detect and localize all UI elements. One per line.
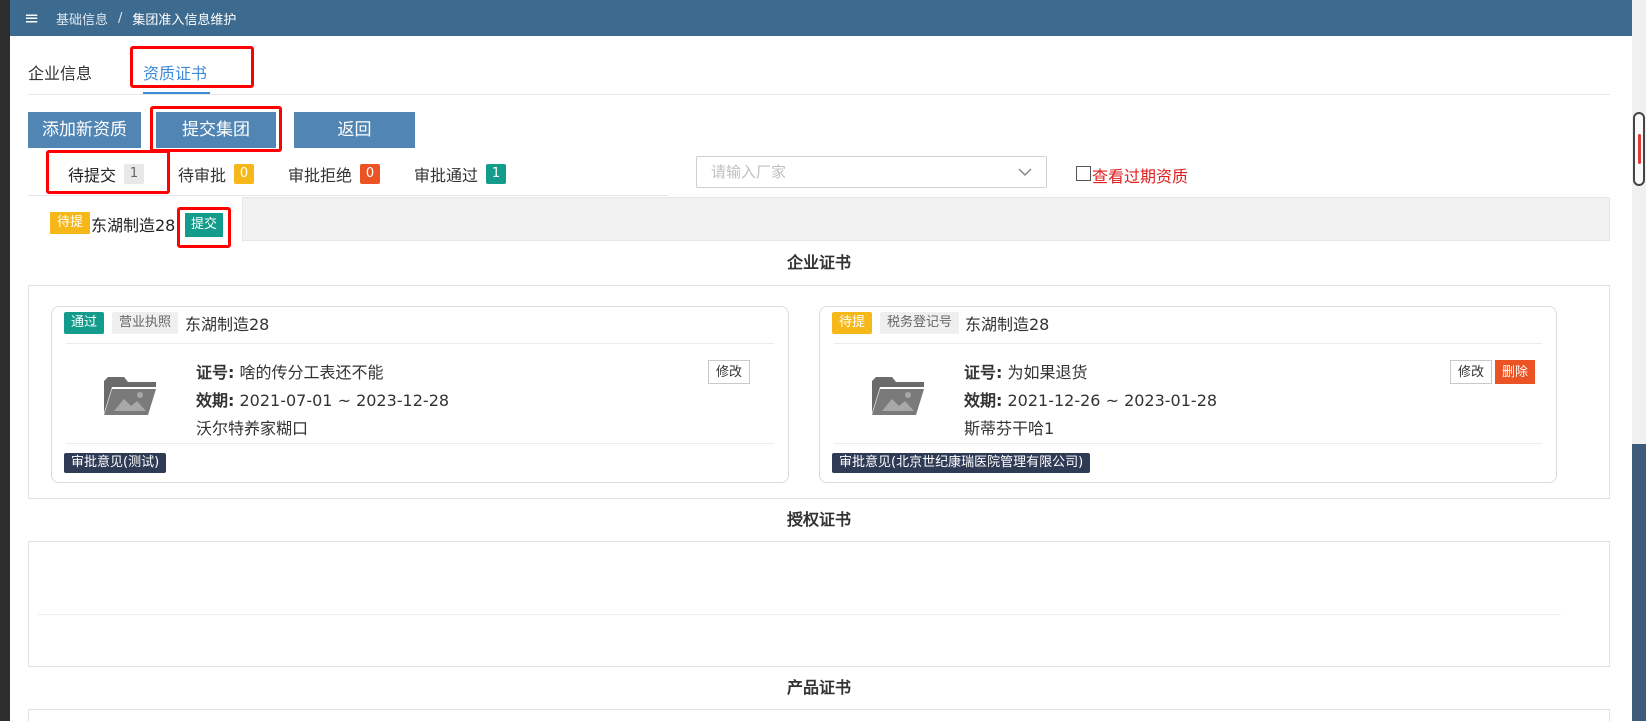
section-divider: [38, 614, 1561, 615]
section-product-cert: 产品证书: [28, 666, 1610, 710]
expired-checkbox-label[interactable]: 查看过期资质: [1092, 163, 1188, 187]
cert-number-label: 证号:: [964, 363, 1003, 382]
cert-validity-label: 效期:: [964, 391, 1003, 410]
count-badge: 1: [124, 164, 145, 184]
supplier-tab-bar: [28, 197, 1610, 241]
card-divider: [66, 443, 774, 444]
status-tab-label: 待提交: [68, 166, 117, 185]
cert-note: 沃尔特养家糊口: [196, 419, 309, 438]
status-badge: 通过: [64, 312, 105, 334]
expired-checkbox[interactable]: [1076, 166, 1091, 181]
approval-opinion-badge: 审批意见(测试): [64, 453, 167, 473]
section-authorization-cert: 授权证书: [28, 498, 1610, 542]
hamburger-icon[interactable]: ≡: [24, 8, 44, 29]
count-badge: 0: [360, 164, 381, 184]
cert-validity-row: 效期: 2021-07-01 ~ 2023-12-28: [196, 387, 449, 411]
edit-button[interactable]: 修改: [708, 360, 751, 384]
delete-button[interactable]: 删除: [1495, 360, 1536, 384]
back-button[interactable]: 返回: [294, 112, 415, 148]
cert-validity-row: 效期: 2021-12-26 ~ 2023-01-28: [964, 387, 1217, 411]
status-tab-rejected[interactable]: 审批拒绝 0: [288, 162, 381, 186]
cert-card: 通过 营业执照 东湖制造28 证号: 啥的传分工表还不能 效期: 2021-07…: [51, 306, 789, 483]
status-tab-divider: [28, 195, 668, 196]
status-tab-pending-submit[interactable]: 待提交 1: [68, 162, 145, 186]
folder-image-icon: [872, 377, 924, 415]
supplier-status-badge: 待提: [50, 212, 91, 234]
cert-company: 东湖制造28: [185, 315, 270, 334]
cert-number: 为如果退货: [1007, 363, 1088, 382]
breadcrumb-separator: /: [118, 10, 123, 26]
breadcrumb-level2: 集团准入信息维护: [132, 12, 237, 28]
tab-company-info[interactable]: 企业信息: [28, 60, 92, 84]
card-divider: [834, 443, 1542, 444]
cert-number-label: 证号:: [196, 363, 235, 382]
cert-number-row: 证号: 为如果退货: [964, 359, 1088, 383]
folder-image-icon: [104, 377, 156, 415]
chevron-down-icon[interactable]: [1017, 164, 1033, 180]
supplier-submit-button[interactable]: 提交: [185, 213, 224, 237]
edit-button[interactable]: 修改: [1450, 360, 1493, 384]
manufacturer-search-input[interactable]: [696, 156, 1047, 188]
section-enterprise-cert: 企业证书: [28, 242, 1610, 286]
cert-number: 啥的传分工表还不能: [239, 363, 384, 382]
cert-type-badge: 税务登记号: [880, 312, 960, 334]
tab-divider: [28, 94, 1610, 95]
approval-opinion-badge: 审批意见(北京世纪康瑞医院管理有限公司): [832, 453, 1091, 473]
card-divider: [834, 343, 1542, 344]
card-divider: [66, 343, 774, 344]
breadcrumb-bar: ≡ 基础信息 / 集团准入信息维护: [10, 0, 1632, 36]
status-tab-label: 审批拒绝: [288, 166, 353, 185]
tab-qualification-cert[interactable]: 资质证书: [143, 60, 207, 84]
status-tab-pending-approval[interactable]: 待审批 0: [178, 162, 255, 186]
breadcrumb-level1[interactable]: 基础信息: [56, 9, 108, 28]
cert-validity: 2021-07-01 ~ 2023-12-28: [239, 391, 450, 410]
cert-company: 东湖制造28: [965, 315, 1050, 334]
count-badge: 1: [486, 164, 507, 184]
count-badge: 0: [234, 164, 255, 184]
status-badge: 待提: [832, 312, 873, 334]
submit-group-button[interactable]: 提交集团: [156, 112, 276, 148]
main-frame: ≡ 基础信息 / 集团准入信息维护 企业信息 资质证书 添加新资质 提交集团 返…: [10, 0, 1632, 721]
cert-type-badge: 营业执照: [112, 312, 179, 334]
cert-number-row: 证号: 啥的传分工表还不能: [196, 359, 384, 383]
scrollbar-thumb[interactable]: [1633, 112, 1645, 186]
status-tab-label: 待审批: [178, 166, 227, 185]
add-qualification-button[interactable]: 添加新资质: [28, 112, 141, 148]
cert-validity-label: 效期:: [196, 391, 235, 410]
status-tab-label: 审批通过: [414, 166, 479, 185]
status-tab-approved[interactable]: 审批通过 1: [414, 162, 507, 186]
cert-note: 斯蒂芬干哈1: [964, 419, 1055, 438]
supplier-name[interactable]: 东湖制造28: [91, 212, 175, 236]
cert-validity: 2021-12-26 ~ 2023-01-28: [1007, 391, 1218, 410]
cert-card: 待提 税务登记号 东湖制造28 证号: 为如果退货 效期: 2021-12-26…: [819, 306, 1557, 483]
